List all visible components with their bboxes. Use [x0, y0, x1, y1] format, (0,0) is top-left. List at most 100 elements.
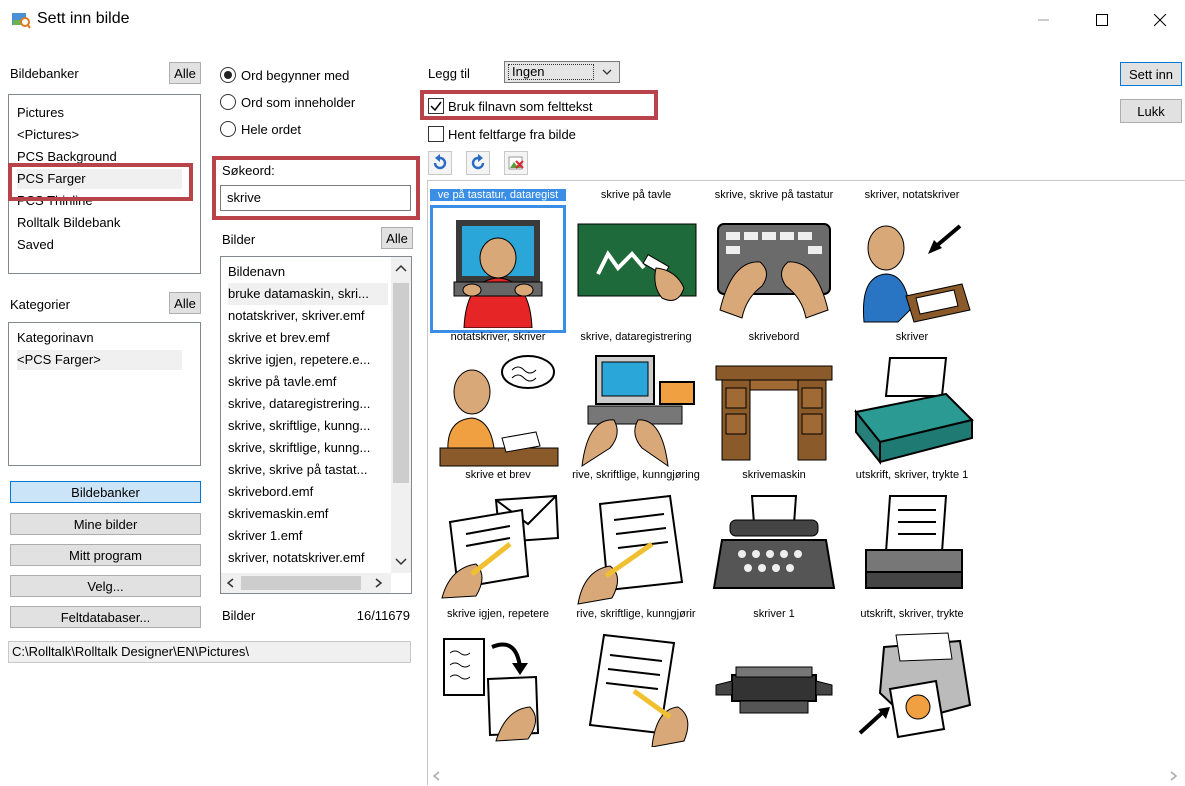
rotate-right-icon[interactable]	[466, 151, 490, 175]
radio-whole-word[interactable]	[220, 121, 236, 137]
note-writer-icon[interactable]	[844, 205, 980, 333]
radio-contains[interactable]	[220, 94, 236, 110]
photo-printer-icon[interactable]	[844, 624, 980, 752]
rewrite-icon[interactable]	[430, 624, 566, 752]
list-item[interactable]: skrive på tavle.emf	[228, 371, 388, 393]
vertical-scrollbar[interactable]	[391, 257, 411, 573]
maximize-icon[interactable]	[1079, 0, 1125, 40]
fetch-color-label: Hent feltfarge fra bilde	[448, 127, 576, 142]
grid-caption: skriver, notatskriver	[864, 189, 960, 201]
category-item[interactable]: <PCS Farger>	[17, 350, 182, 370]
person-thinking-writing-icon[interactable]	[430, 347, 566, 475]
desk-icon[interactable]	[706, 347, 842, 475]
grid-caption: skrive et brev	[465, 469, 531, 481]
list-item[interactable]: skrive et brev.emf	[228, 327, 388, 349]
list-item[interactable]: skrive, skrive på tastat...	[228, 459, 388, 481]
categories-all-button[interactable]: Alle	[169, 292, 201, 314]
flat-printer-icon[interactable]	[706, 624, 842, 752]
close-icon[interactable]	[1137, 0, 1183, 40]
image-grid[interactable]: ve på tastatur, dataregist skrive på tav…	[427, 180, 1185, 786]
radio-whole-label: Hele ordet	[241, 122, 301, 137]
add-select[interactable]: Ingen	[504, 61, 620, 83]
title-bar: Sett inn bilde	[0, 0, 1185, 40]
list-item[interactable]: skrivebord.emf	[228, 481, 388, 503]
rotate-left-icon[interactable]	[428, 151, 452, 175]
list-item[interactable]: skrive igjen, repetere.e...	[228, 349, 388, 371]
velg-button[interactable]: Velg...	[10, 575, 201, 597]
minimize-icon[interactable]	[1021, 0, 1067, 40]
grid-scroll-left-icon[interactable]	[430, 769, 444, 783]
typing-hands-icon[interactable]	[706, 205, 842, 333]
keyword-label: Søkeord:	[222, 163, 275, 178]
close-button[interactable]: Lukk	[1120, 99, 1182, 123]
radio-begins-label: Ord begynner med	[241, 68, 350, 83]
grid-caption: skrive, skrive på tastatur	[714, 189, 834, 201]
fetch-color-checkbox[interactable]	[428, 126, 444, 142]
grid-caption: notatskriver, skriver	[450, 331, 546, 343]
add-select-value: Ingen	[508, 64, 594, 80]
mitt-program-button[interactable]: Mitt program	[10, 544, 201, 566]
horizontal-scrollbar[interactable]	[221, 573, 391, 593]
grid-caption: rive, skriftlige, kunngjøring	[572, 469, 700, 481]
categories-list[interactable]: Kategorinavn <PCS Farger>	[8, 322, 201, 466]
list-item[interactable]: skriver 1.emf	[228, 525, 388, 547]
printer-icon[interactable]	[844, 347, 980, 475]
pictures-all-button[interactable]: Alle	[381, 227, 413, 249]
radio-begins-with[interactable]	[220, 67, 236, 83]
keyword-input[interactable]: skrive	[220, 185, 411, 211]
bank-item[interactable]: PCS Thinline	[17, 191, 93, 211]
category-header: Kategorinavn	[17, 330, 94, 345]
grid-caption: skrive igjen, repetere	[446, 608, 550, 620]
grid-caption: rive, skriftlige, kunngjørir	[576, 608, 696, 620]
write-letter-icon[interactable]	[430, 485, 566, 613]
grid-caption: skriver 1	[753, 608, 795, 620]
list-item[interactable]: bruke datamaskin, skri...	[228, 283, 388, 305]
bildebanker-button[interactable]: Bildebanker	[10, 481, 201, 503]
bank-item[interactable]: PCS Background	[17, 147, 117, 167]
grid-caption: utskrift, skriver, trykte	[860, 608, 964, 620]
list-item[interactable]: skrive, dataregistrering...	[228, 393, 388, 415]
insert-button[interactable]: Sett inn	[1120, 62, 1182, 86]
list-item[interactable]: skrive, skriftlige, kunng...	[228, 415, 388, 437]
h-scroll-thumb[interactable]	[241, 576, 361, 590]
data-entry-icon[interactable]	[568, 347, 704, 475]
bank-item[interactable]: Rolltalk Bildebank	[17, 213, 120, 233]
scroll-left-icon[interactable]	[224, 576, 238, 590]
typewriter-icon[interactable]	[706, 485, 842, 613]
remove-image-icon[interactable]	[504, 151, 528, 175]
bank-item-selected[interactable]: PCS Farger	[17, 169, 182, 189]
use-filename-checkbox[interactable]	[428, 98, 444, 114]
checkmark-icon	[430, 101, 442, 112]
write-paper-icon[interactable]	[568, 485, 704, 613]
picture-count: 16/11679	[356, 608, 410, 623]
bank-item[interactable]: Saved	[17, 235, 54, 255]
categories-label: Kategorier	[10, 297, 70, 312]
window-title: Sett inn bilde	[37, 10, 130, 27]
scroll-right-icon[interactable]	[371, 576, 385, 590]
banks-all-button[interactable]: Alle	[169, 62, 201, 84]
bank-item[interactable]: Pictures	[17, 103, 64, 123]
computer-user-icon[interactable]	[430, 205, 566, 333]
banks-list[interactable]: Pictures <Pictures> PCS Background PCS F…	[8, 94, 201, 274]
blackboard-writing-icon[interactable]	[568, 205, 704, 333]
pictures-footer-label: Bilder	[222, 608, 256, 623]
mine-bilder-button[interactable]: Mine bilder	[10, 513, 201, 535]
write-document-icon[interactable]	[568, 624, 704, 752]
grid-scroll-right-icon[interactable]	[1166, 769, 1180, 783]
bank-item[interactable]: <Pictures>	[17, 125, 79, 145]
grid-horizontal-scrollbar[interactable]	[428, 766, 1185, 786]
list-item[interactable]: skrive, skriftlige, kunng...	[228, 437, 388, 459]
pictures-label: Bilder	[222, 232, 256, 247]
list-item[interactable]: skriver, notatskriver.emf	[228, 547, 388, 569]
add-label: Legg til	[428, 66, 470, 81]
feltdatabaser-button[interactable]: Feltdatabaser...	[10, 606, 201, 628]
list-item[interactable]: skrivemaskin.emf	[228, 503, 388, 525]
list-item[interactable]: notatskriver, skriver.emf	[228, 305, 388, 327]
print-out-icon[interactable]	[844, 485, 980, 613]
grid-caption-selected: ve på tastatur, dataregist	[430, 189, 566, 201]
picture-names-list[interactable]: Bildenavn bruke datamaskin, skri... nota…	[220, 256, 412, 594]
scroll-up-icon[interactable]	[393, 261, 409, 275]
scroll-thumb[interactable]	[393, 283, 409, 483]
scroll-down-icon[interactable]	[393, 555, 409, 569]
use-filename-label: Bruk filnavn som felttekst	[448, 99, 593, 114]
